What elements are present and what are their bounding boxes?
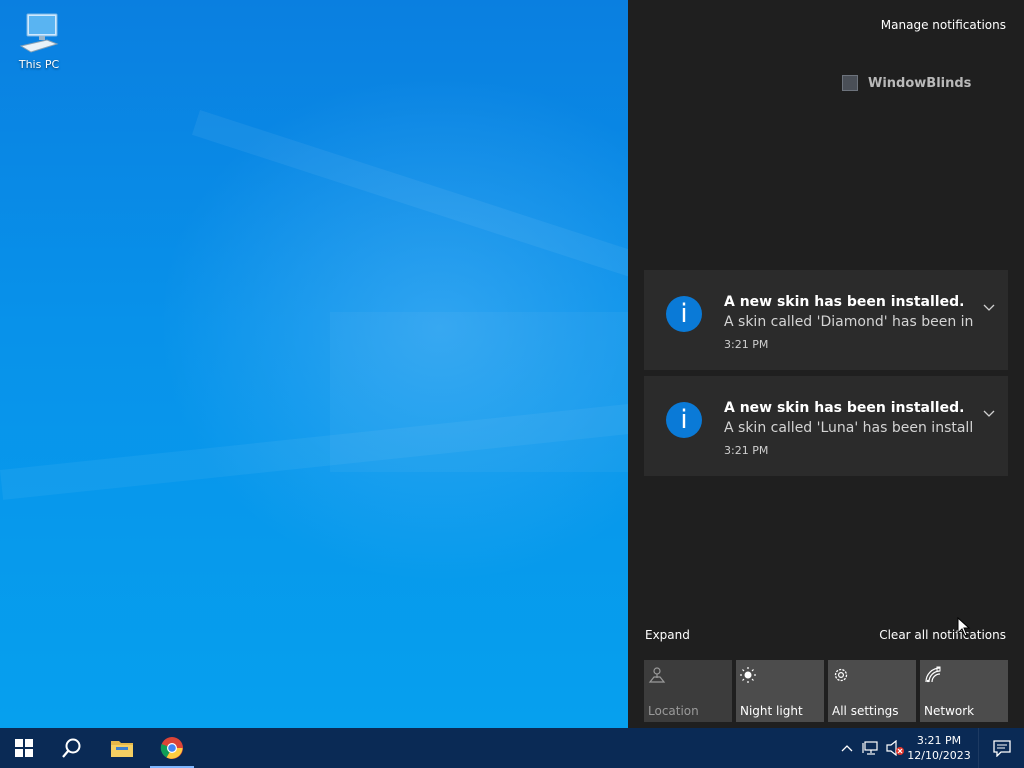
search-button[interactable] [48,728,96,768]
folder-icon [111,741,133,757]
clock-date: 12/10/2023 [907,749,971,762]
notification-group-header[interactable]: WindowBlinds [842,75,971,91]
network-tray-button[interactable] [860,728,882,768]
quick-action-label: Night light [740,704,803,718]
mouse-cursor-icon [957,617,971,637]
notification-card[interactable]: i A new skin has been installed. A skin … [644,270,1008,370]
file-explorer-button[interactable] [98,728,146,768]
chevron-down-icon[interactable] [982,300,996,314]
network-icon [925,666,941,683]
notification-time: 3:21 PM [724,338,769,351]
chrome-icon [160,737,183,759]
location-icon [648,667,666,683]
taskbar: 3:21 PM 12/10/2023 [0,728,1024,768]
notification-card[interactable]: i A new skin has been installed. A skin … [644,376,1008,476]
notification-body: A skin called 'Luna' has been installed [724,420,974,436]
chrome-button[interactable] [148,728,196,768]
show-hidden-icons-button[interactable] [838,728,856,768]
quick-actions: Location Night light All settings Networ… [644,660,1008,722]
notification-title: A new skin has been installed. [724,294,965,310]
info-icon: i [666,402,702,438]
action-center-button[interactable] [978,728,1024,768]
windowblinds-app-icon [842,75,858,91]
quick-action-network[interactable]: Network [920,660,1008,722]
clear-all-notifications-link[interactable]: Clear all notifications [879,628,1006,642]
chevron-up-icon [841,745,853,752]
desktop-icon-this-pc[interactable]: This PC [12,10,66,71]
start-button[interactable] [0,728,48,768]
desktop[interactable]: This PC [0,0,628,728]
notification-time: 3:21 PM [724,444,769,457]
quick-action-all-settings[interactable]: All settings [828,660,916,722]
taskbar-clock[interactable]: 3:21 PM 12/10/2023 [900,728,978,768]
quick-action-label: All settings [832,704,899,718]
quick-action-label: Location [648,704,699,718]
windows-logo-icon [15,739,33,757]
clock-time: 3:21 PM [916,734,962,747]
quick-action-night-light[interactable]: Night light [736,660,824,722]
desktop-icon-label: This PC [18,58,60,71]
manage-notifications-link[interactable]: Manage notifications [881,18,1006,32]
notifications-icon [992,740,1011,757]
info-icon: i [666,296,702,332]
expand-link[interactable]: Expand [645,628,690,642]
night-light-icon [740,667,756,683]
chevron-down-icon[interactable] [982,406,996,420]
search-icon [62,738,81,758]
network-status-icon [862,741,878,755]
notification-body: A skin called 'Diamond' has been inst [724,314,974,330]
quick-action-location[interactable]: Location [644,660,732,722]
this-pc-icon [19,13,59,53]
notification-group-app-name: WindowBlinds [868,75,972,91]
notification-title: A new skin has been installed. [724,400,965,416]
gear-icon [834,668,848,682]
quick-action-label: Network [924,704,975,718]
